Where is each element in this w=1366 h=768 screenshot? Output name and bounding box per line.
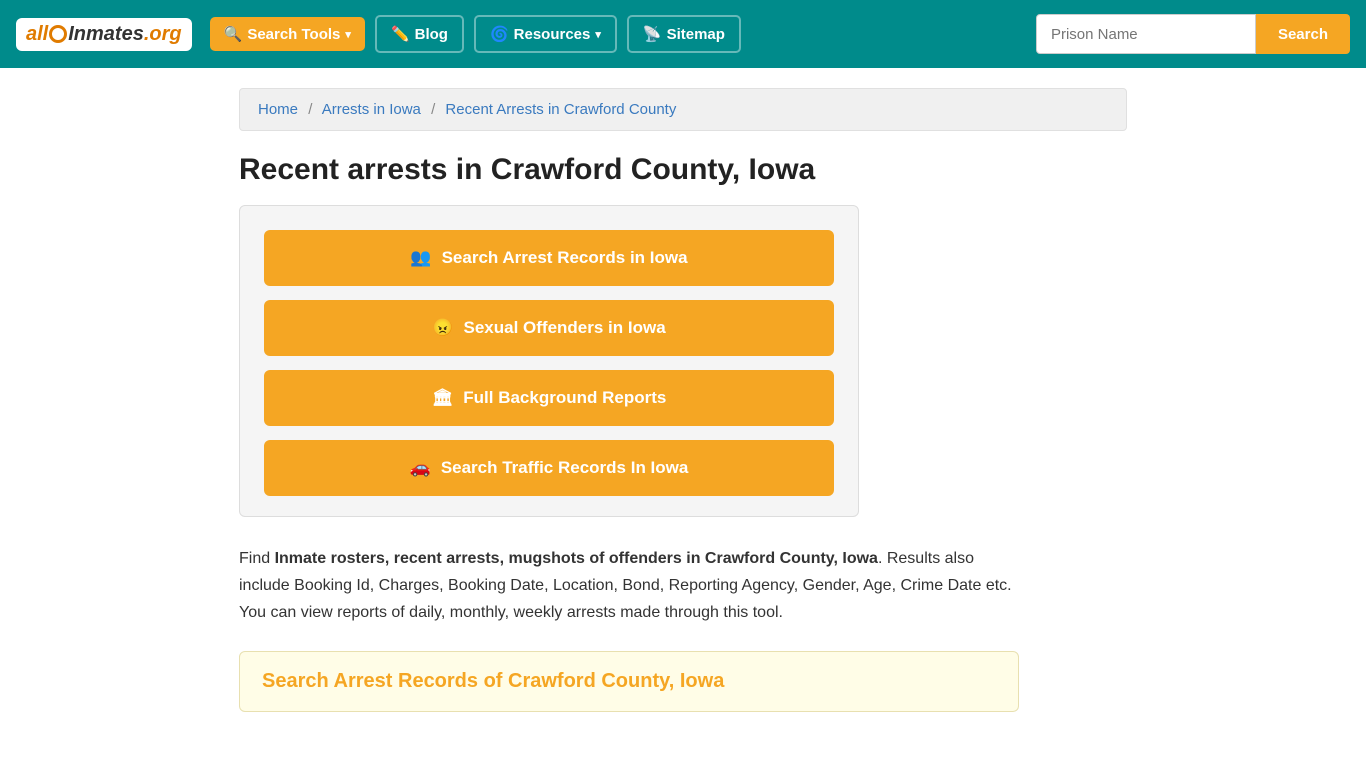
search-tools-icon: 🔍 (224, 25, 243, 43)
search-section-title: Search Arrest Records of Crawford County… (262, 670, 996, 693)
traffic-records-icon: 🚗 (410, 458, 431, 478)
logo-org: .org (144, 23, 182, 46)
prison-name-input[interactable] (1036, 14, 1256, 54)
sexual-offenders-label: Sexual Offenders in Iowa (464, 318, 666, 338)
traffic-records-button[interactable]: 🚗 Search Traffic Records In Iowa (264, 440, 834, 496)
breadcrumb-current: Recent Arrests in Crawford County (445, 101, 676, 118)
logo[interactable]: all Inmates .org (16, 18, 192, 51)
logo-gear-icon (49, 25, 67, 43)
resources-chevron-icon: ▾ (595, 28, 601, 41)
action-buttons-card: 👥 Search Arrest Records in Iowa 😠 Sexual… (239, 205, 859, 517)
resources-icon: 🌀 (490, 25, 509, 43)
page-title: Recent arrests in Crawford County, Iowa (239, 153, 1127, 187)
arrest-records-label: Search Arrest Records in Iowa (442, 248, 688, 268)
resources-label: Resources (514, 26, 591, 43)
search-tools-chevron-icon: ▾ (345, 28, 351, 41)
main-content: Home / Arrests in Iowa / Recent Arrests … (223, 68, 1143, 732)
description-bold: Inmate rosters, recent arrests, mugshots… (275, 550, 878, 567)
search-arrest-records-button[interactable]: 👥 Search Arrest Records in Iowa (264, 230, 834, 286)
navbar: all Inmates .org 🔍 Search Tools ▾ ✏️ Blo… (0, 0, 1366, 68)
blog-button[interactable]: ✏️ Blog (375, 15, 464, 53)
traffic-records-label: Search Traffic Records In Iowa (441, 458, 689, 478)
background-reports-label: Full Background Reports (463, 388, 666, 408)
resources-button[interactable]: 🌀 Resources ▾ (474, 15, 617, 53)
search-section: Search Arrest Records of Crawford County… (239, 651, 1019, 712)
logo-all: all (26, 23, 48, 46)
prison-search-form: Search (1036, 14, 1350, 54)
breadcrumb: Home / Arrests in Iowa / Recent Arrests … (239, 88, 1127, 131)
background-reports-icon: 🏛 (432, 388, 454, 408)
breadcrumb-arrests-iowa-link[interactable]: Arrests in Iowa (322, 101, 421, 118)
sitemap-icon: 📡 (643, 25, 662, 43)
sitemap-label: Sitemap (667, 26, 725, 43)
prison-search-button[interactable]: Search (1256, 14, 1350, 54)
sexual-offenders-button[interactable]: 😠 Sexual Offenders in Iowa (264, 300, 834, 356)
sexual-offenders-icon: 😠 (432, 318, 453, 338)
sitemap-button[interactable]: 📡 Sitemap (627, 15, 741, 53)
background-reports-button[interactable]: 🏛 Full Background Reports (264, 370, 834, 426)
breadcrumb-sep-1: / (308, 101, 312, 118)
description-intro: Find (239, 550, 275, 567)
arrest-records-icon: 👥 (410, 248, 431, 268)
breadcrumb-sep-2: / (431, 101, 435, 118)
logo-inmates: Inmates (68, 23, 144, 46)
description: Find Inmate rosters, recent arrests, mug… (239, 545, 1019, 627)
breadcrumb-home-link[interactable]: Home (258, 101, 298, 118)
blog-icon: ✏️ (391, 25, 410, 43)
search-tools-label: Search Tools (247, 26, 340, 43)
blog-label: Blog (415, 26, 448, 43)
search-tools-button[interactable]: 🔍 Search Tools ▾ (210, 17, 365, 51)
